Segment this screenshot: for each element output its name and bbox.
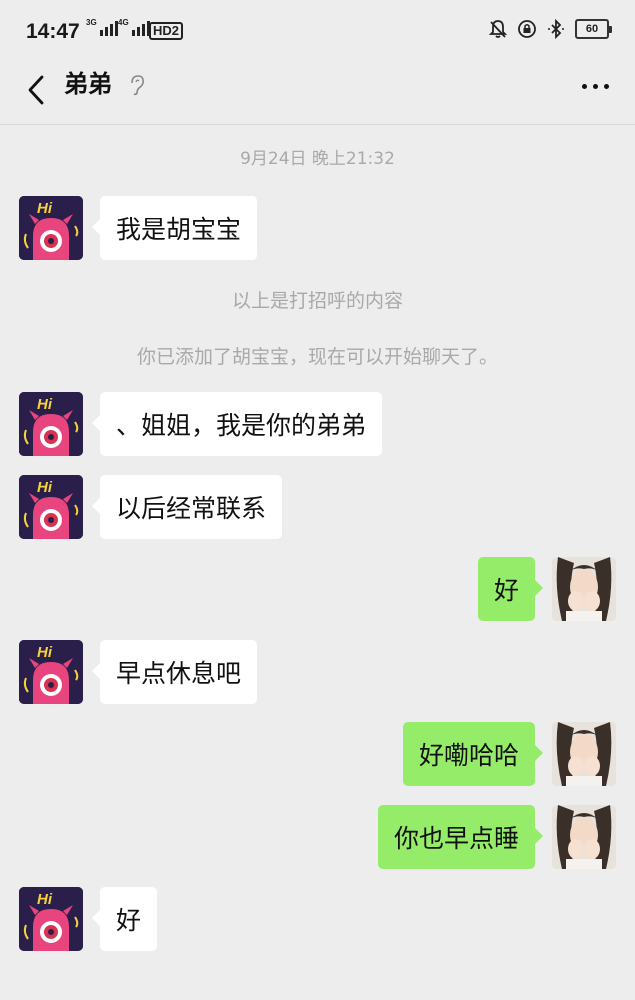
message-bubble-received[interactable]: 好 [91, 887, 158, 951]
contact-avatar[interactable]: Hi [19, 475, 83, 539]
chat-title[interactable]: 弟弟 [64, 68, 112, 100]
message-bubble-received[interactable]: 以后经常联系 [91, 475, 283, 539]
my-avatar[interactable] [552, 805, 616, 869]
status-icons: 60 [488, 19, 612, 39]
message-bubble-received[interactable]: 我是胡宝宝 [91, 196, 258, 260]
message-bubble-received[interactable]: 早点休息吧 [91, 640, 258, 704]
message-bubble-sent[interactable]: 你也早点睡 [377, 805, 544, 869]
back-button[interactable] [16, 68, 56, 116]
contact-avatar[interactable]: Hi [19, 196, 83, 260]
signal-4g-label: 4G [118, 18, 129, 27]
chat-header: 弟弟 [0, 60, 635, 125]
avatar-hi-text: Hi [37, 396, 52, 413]
contact-avatar[interactable]: Hi [19, 392, 83, 456]
status-time: 14:47 [26, 20, 80, 43]
avatar-hi-text: Hi [37, 891, 52, 908]
my-avatar[interactable] [552, 722, 616, 786]
contact-avatar[interactable]: Hi [19, 640, 83, 704]
system-message: 以上是打招呼的内容 [231, 290, 403, 312]
avatar-hi-text: Hi [37, 479, 52, 496]
more-dot-icon [603, 83, 609, 89]
signal-3g: 3G [86, 18, 118, 36]
my-avatar[interactable] [552, 557, 616, 621]
signal-4g: 4G [118, 18, 150, 36]
hd-voice-badge: HD2 [149, 22, 184, 40]
lock-rotation-icon [517, 19, 537, 39]
signal-3g-label: 3G [86, 18, 97, 27]
message-bubble-sent[interactable]: 好 [477, 557, 544, 621]
status-bar: 14:47 3G 4G HD2 60 [0, 0, 635, 60]
message-timestamp: 9月24日 晚上21:32 [240, 149, 395, 169]
bluetooth-icon [546, 19, 566, 39]
earpiece-mode-icon [128, 74, 146, 100]
mute-bell-icon [488, 19, 508, 39]
avatar-hi-text: Hi [37, 644, 52, 661]
more-dot-icon [581, 83, 587, 89]
avatar-hi-text: Hi [37, 200, 52, 217]
contact-avatar[interactable]: Hi [19, 887, 83, 951]
message-bubble-received[interactable]: 、姐姐，我是你的弟弟 [91, 392, 383, 456]
battery-indicator: 60 [575, 19, 612, 39]
chevron-left-icon [27, 75, 45, 109]
more-dot-icon [592, 83, 598, 89]
message-bubble-sent[interactable]: 好嘞哈哈 [402, 722, 544, 786]
system-message: 你已添加了胡宝宝，现在可以开始聊天了。 [136, 346, 498, 368]
more-options-button[interactable] [575, 74, 615, 98]
